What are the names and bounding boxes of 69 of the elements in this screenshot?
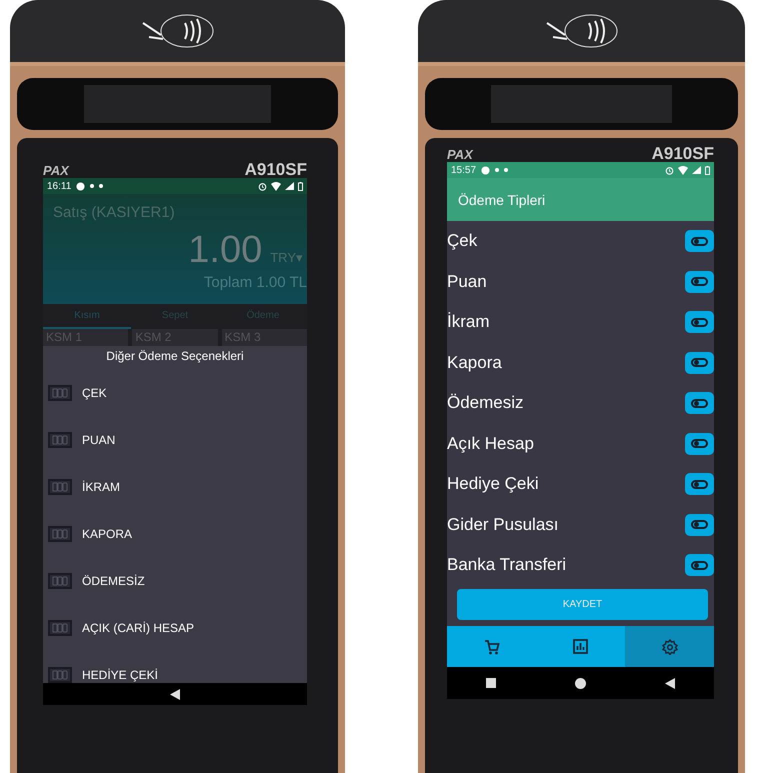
toggle-switch[interactable] [685,473,714,496]
banknote-icon [48,620,72,636]
currency-dropdown[interactable]: TRY▾ [270,250,307,265]
settings-icon [662,638,678,654]
alarm-icon [665,166,674,174]
notification-icon [481,166,490,174]
payment-type-label: Gider Pusulası [447,514,558,535]
banknote-icon [48,666,72,682]
contactless-icon [140,13,214,49]
nav-tab[interactable] [625,626,714,667]
battery-icon [298,182,303,190]
cart-icon [484,638,500,654]
banknote-icon [48,572,72,588]
circle-icon[interactable] [574,678,586,688]
payment-type-label: Banka Transferi [447,555,566,576]
dot-icon [495,168,500,172]
status-time: 16:11 [47,180,72,192]
signal-icon [285,182,294,190]
banknote-icon [48,478,72,494]
payment-option[interactable]: ÖDEMESİZ [82,574,145,588]
toggle-switch[interactable] [685,554,714,576]
alarm-icon [258,182,267,190]
model-label: A910SF [652,145,714,162]
save-button[interactable]: KAYDET [457,589,708,620]
payment-option[interactable]: AÇIK (CARİ) HESAP [82,620,194,634]
toggle-switch[interactable] [685,514,714,536]
toggle-switch[interactable] [685,352,714,374]
square-icon[interactable] [486,678,496,688]
dialog-title: Diğer Ödeme Seçenekleri [105,348,245,365]
back-icon[interactable] [170,688,180,700]
signal-icon [692,166,701,174]
back-icon[interactable] [664,678,675,688]
payment-type-label: İkram [447,312,490,332]
notification-icon [76,182,86,190]
toggle-switch[interactable] [685,311,714,334]
wifi-icon [271,182,281,190]
contactless-icon [544,13,618,49]
toggle-switch[interactable] [685,270,714,293]
total-text: Toplam 1.00 TL [204,274,307,291]
payment-option[interactable]: HEDİYE ÇEKİ [82,668,158,682]
dot-icon [99,184,104,188]
payment-type-label: Açık Hesap [447,434,534,454]
brand-logo: PAX [43,163,69,178]
payment-option[interactable]: ÇEK [82,386,107,400]
banknote-icon [48,526,72,542]
banknote-icon [48,384,72,400]
toggle-switch[interactable] [685,230,714,252]
screen-title: Satış (KASIYER1) [53,204,176,221]
wifi-icon [678,166,688,174]
status-time: 15:57 [451,164,476,176]
payment-type-label: Kapora [447,352,502,373]
dot-icon [90,184,94,188]
payment-type-label: Puan [447,272,487,292]
toggle-switch[interactable] [685,432,714,455]
payment-option[interactable]: İKRAM [82,480,120,494]
dot-icon [504,168,508,172]
payment-type-label: Çek [447,231,478,252]
bar-chart-icon [573,639,588,654]
banknote-icon [48,432,72,448]
payment-type-label: Ödemesiz [447,393,524,414]
brand-logo: PAX [447,147,473,162]
app-bar-title: Ödeme Tipleri [458,192,546,208]
battery-icon [705,166,710,174]
payment-option[interactable]: PUAN [82,432,116,446]
payment-option[interactable]: KAPORA [82,526,132,540]
toggle-switch[interactable] [685,392,714,414]
model-label: A910SF [244,161,307,178]
payment-type-label: Hediye Çeki [447,474,539,494]
amount-text: 1.00 [188,229,262,272]
